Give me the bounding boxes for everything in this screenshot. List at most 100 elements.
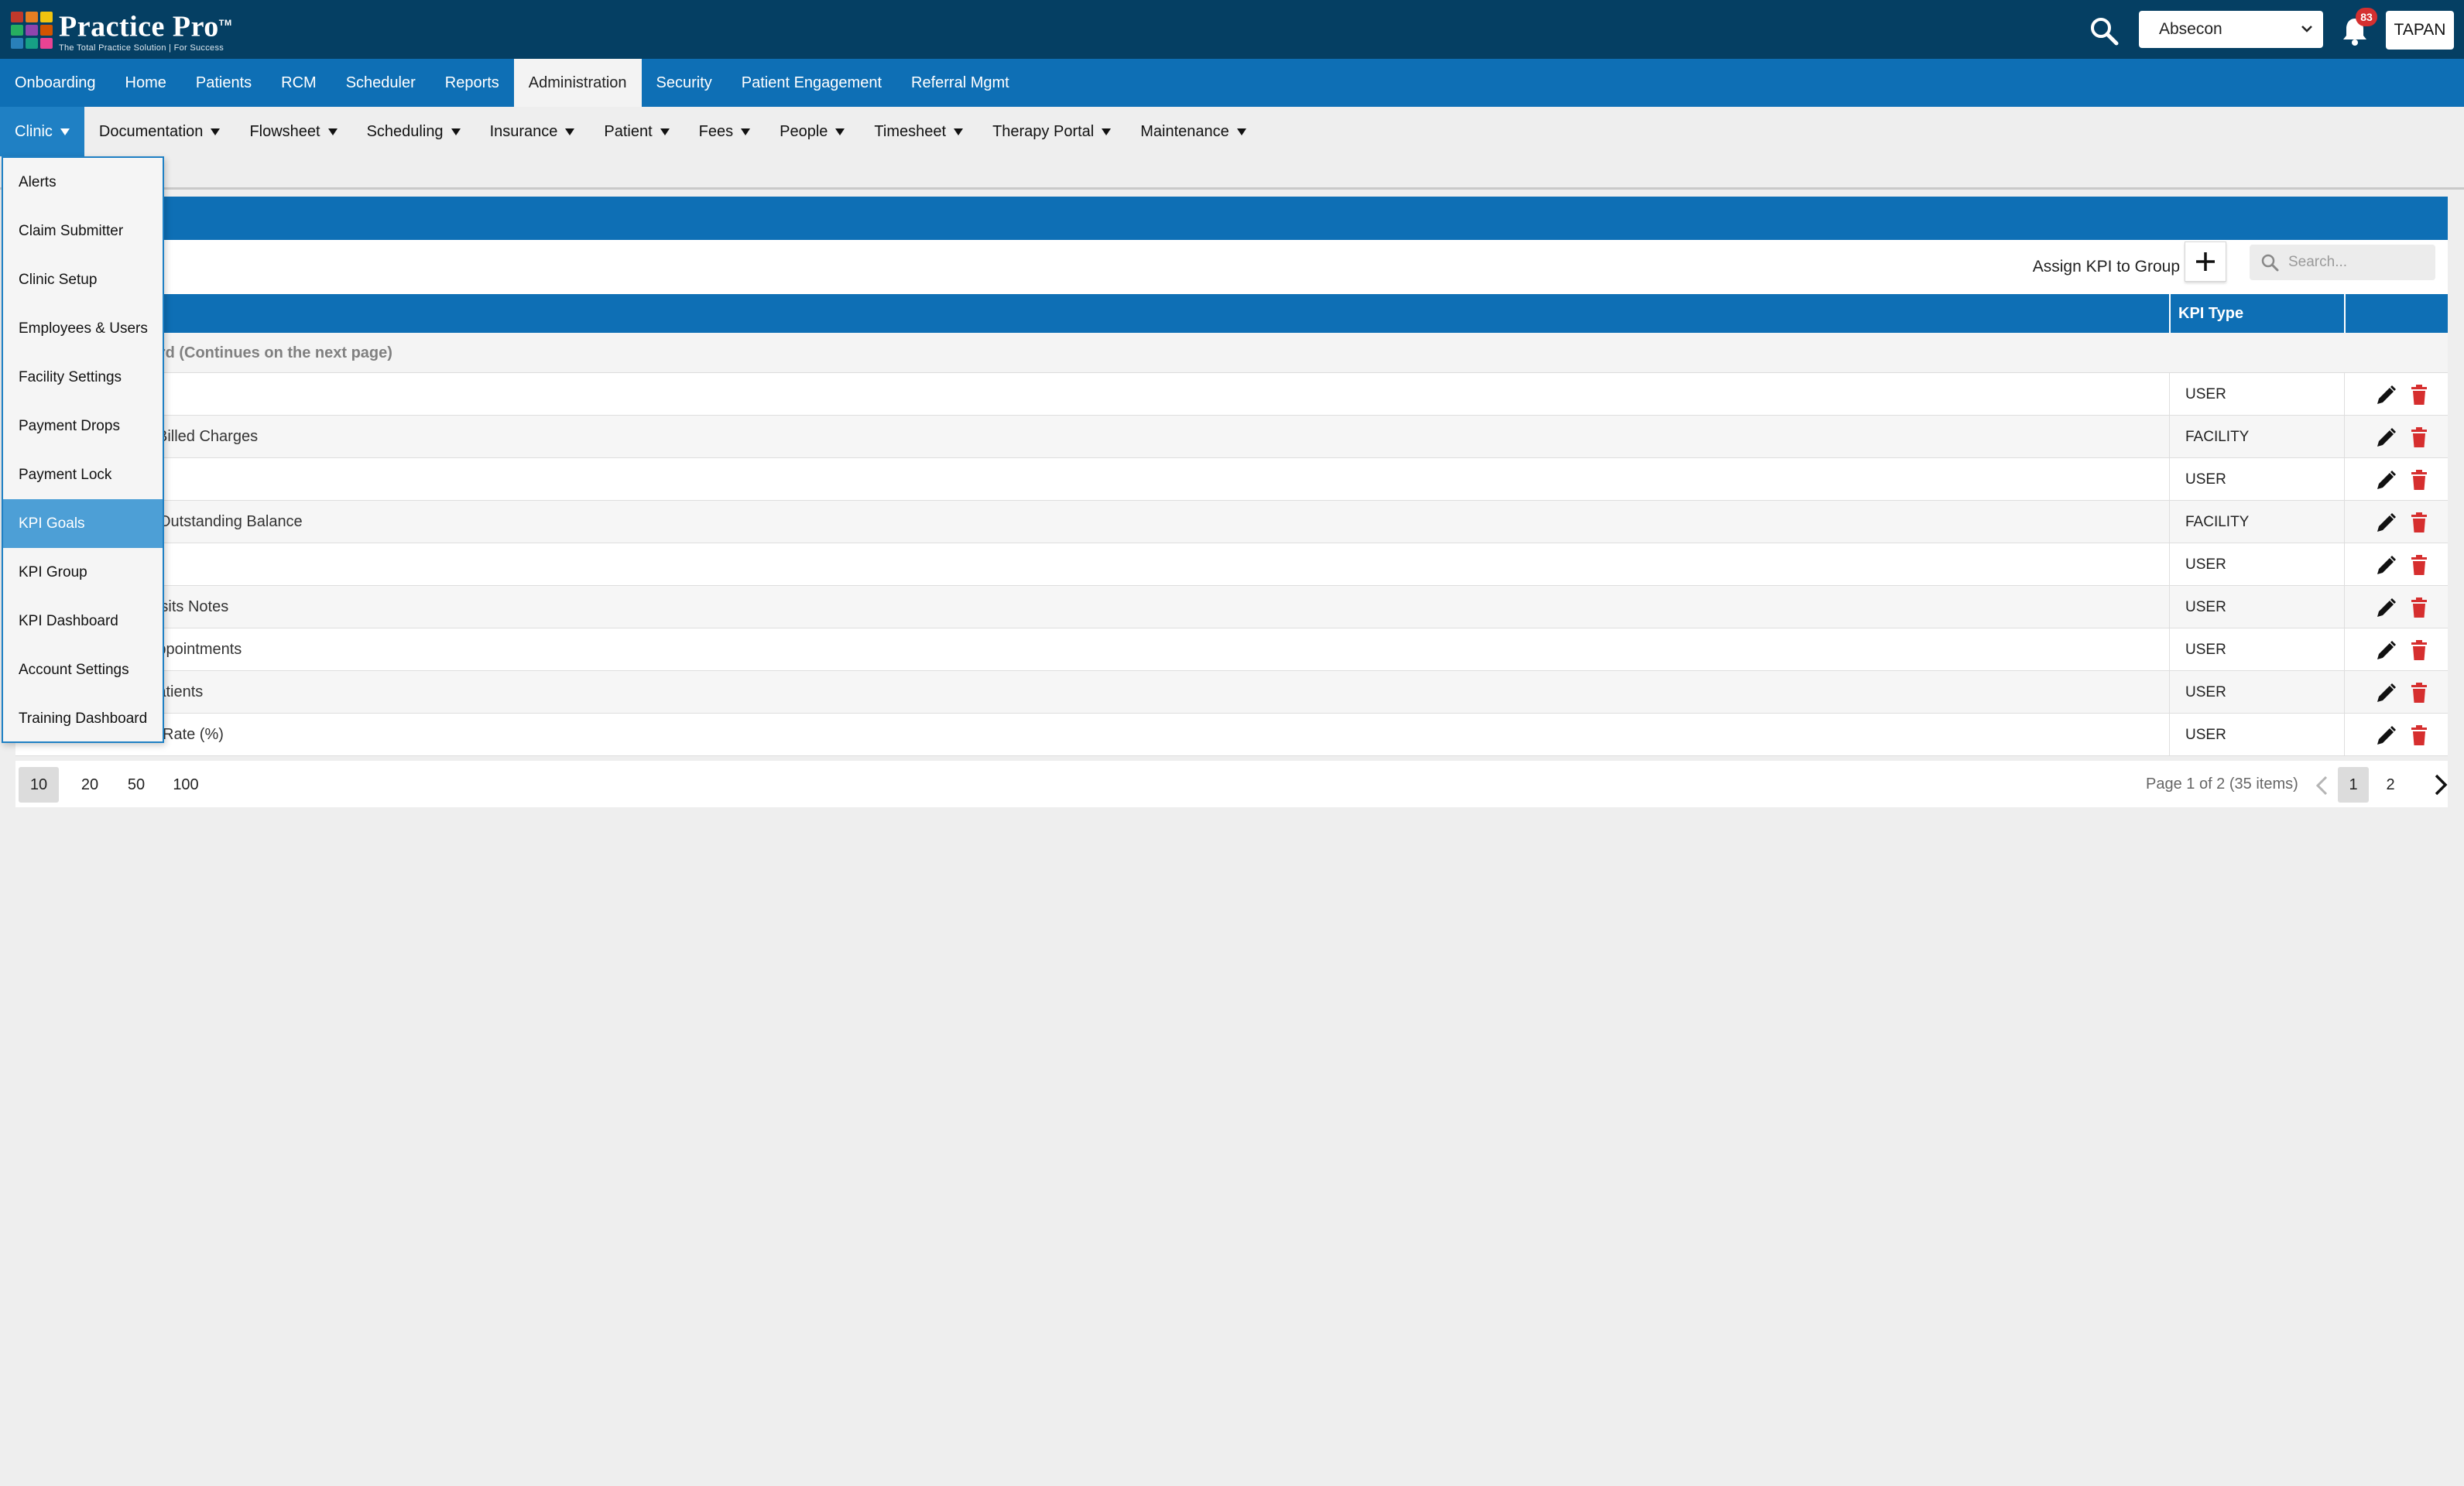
menu-item-facility-settings[interactable]: Facility Settings: [3, 353, 163, 402]
table-row[interactable]: USER: [15, 458, 2448, 501]
user-menu-button[interactable]: TAPAN: [2386, 11, 2454, 50]
page-1[interactable]: 1: [2338, 767, 2369, 803]
pencil-edit-icon[interactable]: [2374, 384, 2397, 407]
trash-delete-icon[interactable]: [2410, 469, 2428, 491]
column-header-kpi-type[interactable]: KPI Type: [2169, 294, 2344, 333]
pencil-edit-icon[interactable]: [2374, 639, 2397, 663]
assign-kpi-add-button[interactable]: [2185, 241, 2226, 282]
nav-home[interactable]: Home: [111, 59, 181, 107]
kpi-name-cell: Billed Charges: [157, 428, 259, 445]
group-row-training-dashboard[interactable]: Training Dashboard (Continues on the nex…: [15, 333, 2448, 373]
pencil-edit-icon[interactable]: [2374, 682, 2397, 705]
subnav-therapy-portal[interactable]: Therapy Portal: [978, 107, 1126, 156]
table-row[interactable]: USER: [15, 373, 2448, 416]
trash-delete-icon[interactable]: [2410, 554, 2428, 576]
search-placeholder: Search...: [2288, 254, 2348, 270]
kpi-name-cell: Rate (%): [163, 726, 224, 743]
nav-onboarding[interactable]: Onboarding: [0, 59, 111, 107]
subnav-people[interactable]: People: [765, 107, 859, 156]
nav-security[interactable]: Security: [642, 59, 727, 107]
menu-item-kpi-dashboard[interactable]: KPI Dashboard: [3, 597, 163, 645]
search-icon[interactable]: [2089, 15, 2120, 46]
trash-delete-icon[interactable]: [2410, 426, 2428, 448]
kpi-type-cell: USER: [2169, 458, 2344, 501]
caret-down-icon: [741, 128, 751, 135]
kpi-table-body: USER Billed Charges FACILITY USER Outsta…: [15, 373, 2448, 756]
pencil-edit-icon[interactable]: [2374, 724, 2397, 748]
subnav-clinic[interactable]: Clinic: [0, 107, 84, 156]
page-size-10[interactable]: 10: [19, 767, 59, 803]
subnav-scheduling[interactable]: Scheduling: [352, 107, 475, 156]
practice-pro-logo[interactable]: Practice ProTM The Total Practice Soluti…: [11, 9, 232, 53]
main-nav: Onboarding Home Patients RCM Scheduler R…: [0, 59, 2464, 107]
caret-down-icon: [660, 128, 670, 135]
pencil-edit-icon[interactable]: [2374, 469, 2397, 492]
trash-delete-icon[interactable]: [2410, 724, 2428, 746]
subnav-documentation-label: Documentation: [98, 123, 204, 140]
caret-down-icon: [211, 128, 221, 135]
menu-item-kpi-goals[interactable]: KPI Goals: [3, 499, 163, 548]
nav-referral-mgmt[interactable]: Referral Mgmt: [896, 59, 1024, 107]
nav-scheduler[interactable]: Scheduler: [331, 59, 430, 107]
subnav-patient[interactable]: Patient: [589, 107, 684, 156]
caret-down-icon: [451, 128, 461, 135]
facility-select[interactable]: Absecon: [2139, 11, 2323, 48]
subnav-fees[interactable]: Fees: [684, 107, 765, 156]
kpi-type-cell: USER: [2169, 586, 2344, 628]
nav-rcm[interactable]: RCM: [266, 59, 331, 107]
grid-search-input[interactable]: Search...: [2250, 245, 2435, 280]
table-row[interactable]: Rate (%) USER: [15, 714, 2448, 756]
trash-delete-icon[interactable]: [2410, 512, 2428, 533]
menu-item-payment-drops[interactable]: Payment Drops: [3, 402, 163, 450]
pencil-edit-icon[interactable]: [2374, 426, 2397, 450]
table-row[interactable]: Billed Charges FACILITY: [15, 416, 2448, 458]
table-row[interactable]: Visits Notes USER: [15, 586, 2448, 628]
pencil-edit-icon[interactable]: [2374, 512, 2397, 535]
trash-delete-icon[interactable]: [2410, 639, 2428, 661]
subnav-clinic-label: Clinic: [15, 123, 53, 140]
trash-delete-icon[interactable]: [2410, 384, 2428, 406]
subnav-maintenance[interactable]: Maintenance: [1126, 107, 1261, 156]
subnav-timesheet-label: Timesheet: [874, 123, 947, 140]
trash-delete-icon[interactable]: [2410, 597, 2428, 618]
kpi-type-cell: USER: [2169, 373, 2344, 416]
menu-item-payment-lock[interactable]: Payment Lock: [3, 450, 163, 499]
page-size-50[interactable]: 50: [119, 767, 153, 803]
nav-reports[interactable]: Reports: [430, 59, 514, 107]
pencil-edit-icon[interactable]: [2374, 554, 2397, 577]
table-row[interactable]: Appointments USER: [15, 628, 2448, 671]
page-size-20[interactable]: 20: [73, 767, 107, 803]
subnav-maintenance-label: Maintenance: [1140, 123, 1229, 140]
pencil-edit-icon[interactable]: [2374, 597, 2397, 620]
subnav-insurance[interactable]: Insurance: [475, 107, 590, 156]
next-page-icon[interactable]: [2429, 773, 2452, 796]
nav-patient-engagement[interactable]: Patient Engagement: [727, 59, 896, 107]
grid-pager: 10 20 50 100 Page 1 of 2 (35 items) 1 2: [15, 761, 2448, 807]
grid-toolbar: Assign KPI to Group: [15, 240, 2448, 294]
table-row[interactable]: Patients USER: [15, 671, 2448, 714]
menu-item-account-settings[interactable]: Account Settings: [3, 645, 163, 694]
subnav-flowsheet[interactable]: Flowsheet: [235, 107, 351, 156]
menu-item-employees-users[interactable]: Employees & Users: [3, 304, 163, 353]
menu-item-clinic-setup[interactable]: Clinic Setup: [3, 255, 163, 304]
subnav-people-label: People: [780, 123, 828, 140]
page-2[interactable]: 2: [2375, 767, 2406, 803]
logo-mark-icon: [11, 12, 53, 49]
table-row[interactable]: Outstanding Balance FACILITY: [15, 501, 2448, 543]
kpi-type-cell: USER: [2169, 671, 2344, 714]
caret-down-icon: [954, 128, 964, 135]
sub-nav: Clinic Documentation Flowsheet Schedulin…: [0, 107, 2464, 156]
nav-patients[interactable]: Patients: [181, 59, 266, 107]
menu-item-claim-submitter[interactable]: Claim Submitter: [3, 207, 163, 255]
menu-item-alerts[interactable]: Alerts: [3, 158, 163, 207]
page-size-100[interactable]: 100: [164, 767, 207, 803]
table-row[interactable]: USER: [15, 543, 2448, 586]
nav-administration[interactable]: Administration: [513, 59, 642, 107]
prev-page-icon[interactable]: [2311, 775, 2333, 796]
menu-item-training-dashboard[interactable]: Training Dashboard: [3, 694, 163, 743]
menu-item-kpi-group[interactable]: KPI Group: [3, 548, 163, 597]
trash-delete-icon[interactable]: [2410, 682, 2428, 704]
subnav-patient-label: Patient: [604, 123, 653, 140]
subnav-timesheet[interactable]: Timesheet: [859, 107, 978, 156]
subnav-documentation[interactable]: Documentation: [84, 107, 235, 156]
